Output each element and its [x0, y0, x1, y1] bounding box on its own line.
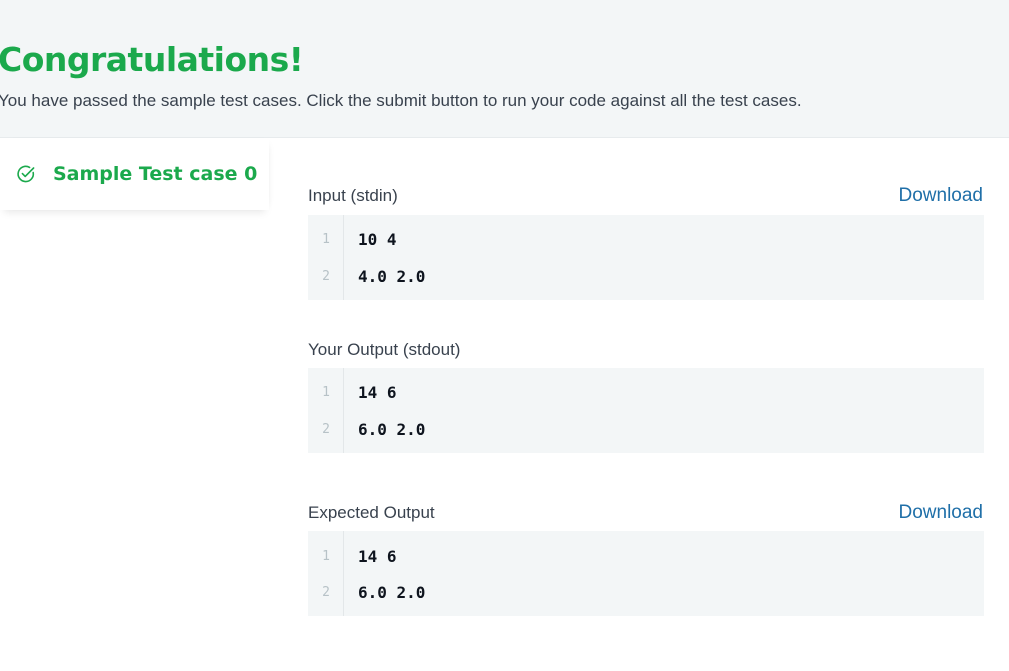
input-code-block: 1 10 4 2 4.0 2.0	[308, 215, 984, 300]
code-line: 1 10 4	[308, 229, 397, 249]
line-text: 6.0 2.0	[358, 419, 426, 439]
output-label: Your Output (stdout)	[308, 340, 461, 359]
line-gutter	[308, 368, 344, 453]
line-number: 1	[322, 231, 330, 247]
line-number: 2	[322, 268, 330, 284]
line-text: 14 6	[358, 382, 397, 402]
result-title: Congratulations!	[0, 40, 304, 79]
expected-label: Expected Output	[308, 503, 435, 522]
check-circle-icon	[17, 165, 35, 183]
result-subtitle: You have passed the sample test cases. C…	[0, 91, 802, 110]
output-code-block: 1 14 6 2 6.0 2.0	[308, 368, 984, 453]
line-gutter	[308, 215, 344, 300]
input-label: Input (stdin)	[308, 186, 398, 205]
expected-code-block: 1 14 6 2 6.0 2.0	[308, 531, 984, 616]
code-line: 2 6.0 2.0	[308, 419, 425, 439]
line-number: 2	[322, 584, 330, 600]
tab-sample-test-case-0[interactable]: Sample Test case 0	[0, 138, 269, 210]
line-text: 10 4	[358, 229, 397, 249]
line-number: 1	[322, 384, 330, 400]
line-gutter	[308, 531, 344, 616]
code-line: 1 14 6	[308, 546, 397, 566]
expected-download-link[interactable]: Download	[899, 502, 984, 524]
line-text: 14 6	[358, 546, 397, 566]
line-number: 1	[322, 548, 330, 564]
line-text: 4.0 2.0	[358, 266, 426, 286]
input-download-link[interactable]: Download	[899, 185, 984, 207]
code-line: 2 6.0 2.0	[308, 582, 425, 602]
code-line: 1 14 6	[308, 382, 397, 402]
code-line: 2 4.0 2.0	[308, 266, 425, 286]
line-number: 2	[322, 421, 330, 437]
line-text: 6.0 2.0	[358, 582, 426, 602]
tab-label: Sample Test case 0	[53, 163, 258, 185]
